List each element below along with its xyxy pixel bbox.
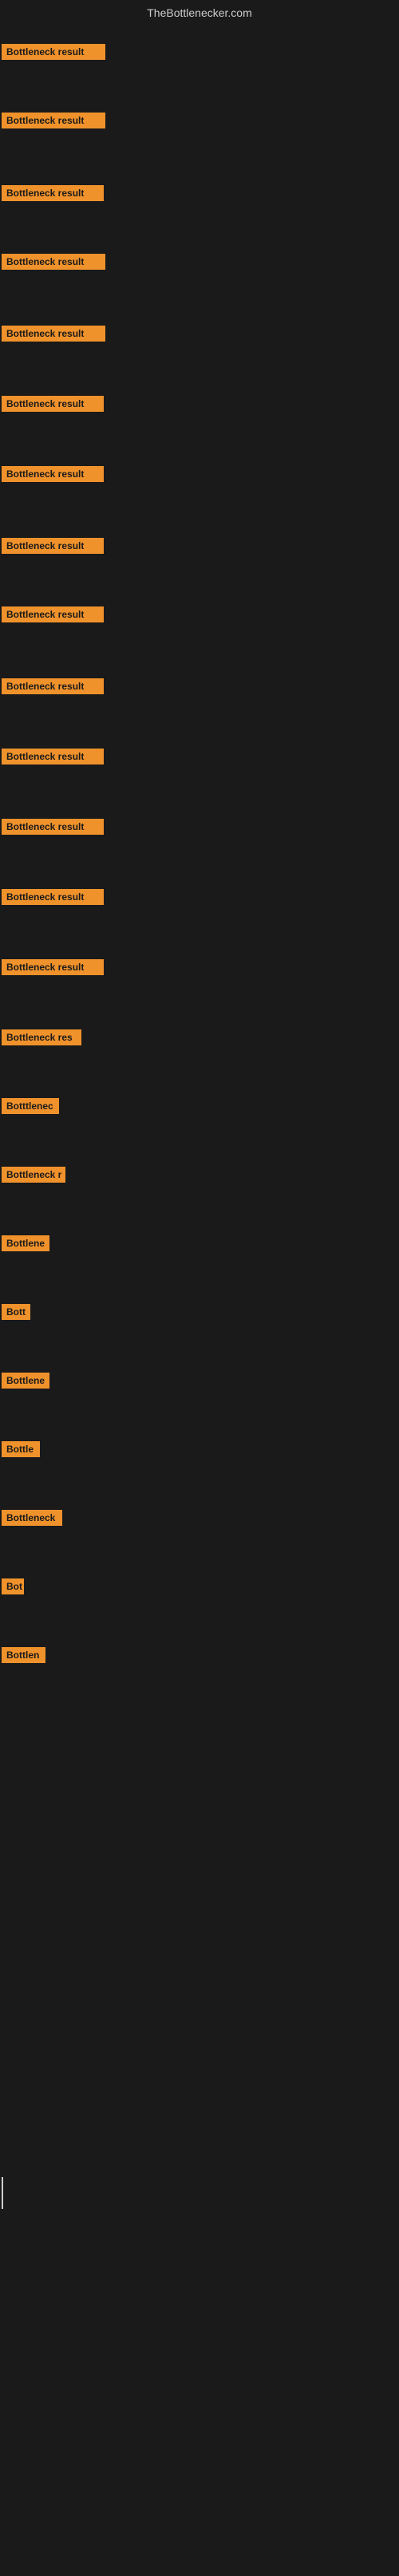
bottleneck-bar-5[interactable]: Bottleneck result (2, 326, 105, 342)
bar-row-10: Bottleneck result (2, 678, 104, 698)
bottleneck-bar-23[interactable]: Bot (2, 1578, 24, 1594)
bar-row-1: Bottleneck result (2, 44, 105, 64)
bottleneck-bar-1[interactable]: Bottleneck result (2, 44, 105, 60)
bar-row-19: Bott (2, 1304, 30, 1324)
bar-row-21: Bottle (2, 1441, 40, 1461)
bar-row-11: Bottleneck result (2, 749, 104, 768)
bottleneck-bar-15[interactable]: Bottleneck res (2, 1029, 81, 1045)
bottleneck-bar-9[interactable]: Bottleneck result (2, 606, 104, 622)
bottleneck-bar-11[interactable]: Bottleneck result (2, 749, 104, 765)
site-title: TheBottlenecker.com (0, 0, 399, 22)
bottleneck-bar-10[interactable]: Bottleneck result (2, 678, 104, 694)
bottleneck-bar-2[interactable]: Bottleneck result (2, 113, 105, 128)
bar-row-17: Bottleneck r (2, 1167, 65, 1187)
bar-row-20: Bottlene (2, 1373, 49, 1393)
bottleneck-bar-3[interactable]: Bottleneck result (2, 185, 104, 201)
bar-row-3: Bottleneck result (2, 185, 104, 205)
bar-row-18: Bottlene (2, 1235, 49, 1255)
bottleneck-bar-18[interactable]: Bottlene (2, 1235, 49, 1251)
bottleneck-bar-24[interactable]: Bottlen (2, 1647, 45, 1663)
bar-row-24: Bottlen (2, 1647, 45, 1667)
bottleneck-bar-19[interactable]: Bott (2, 1304, 30, 1320)
bar-row-2: Bottleneck result (2, 113, 105, 132)
bottleneck-bar-13[interactable]: Bottleneck result (2, 889, 104, 905)
bar-row-15: Bottleneck res (2, 1029, 81, 1049)
bar-row-6: Bottleneck result (2, 396, 104, 416)
bottleneck-bar-8[interactable]: Bottleneck result (2, 538, 104, 554)
bar-row-9: Bottleneck result (2, 606, 104, 626)
bottleneck-bar-4[interactable]: Bottleneck result (2, 254, 105, 270)
bottleneck-bar-14[interactable]: Bottleneck result (2, 959, 104, 975)
bar-row-12: Bottleneck result (2, 819, 104, 839)
bar-row-8: Bottleneck result (2, 538, 104, 558)
bottleneck-bar-20[interactable]: Bottlene (2, 1373, 49, 1389)
bar-row-7: Bottleneck result (2, 466, 104, 486)
bar-row-22: Bottleneck (2, 1510, 62, 1530)
bottleneck-bar-17[interactable]: Bottleneck r (2, 1167, 65, 1183)
bottleneck-bar-7[interactable]: Bottleneck result (2, 466, 104, 482)
bar-row-16: Botttlenec (2, 1098, 59, 1118)
bar-row-14: Bottleneck result (2, 959, 104, 979)
bottleneck-bar-6[interactable]: Bottleneck result (2, 396, 104, 412)
bottleneck-bar-16[interactable]: Botttlenec (2, 1098, 59, 1114)
bottleneck-bar-22[interactable]: Bottleneck (2, 1510, 62, 1526)
bar-row-13: Bottleneck result (2, 889, 104, 909)
bar-row-5: Bottleneck result (2, 326, 105, 346)
cursor-line (2, 2177, 3, 2209)
bar-row-4: Bottleneck result (2, 254, 105, 274)
bottleneck-bar-21[interactable]: Bottle (2, 1441, 40, 1457)
bar-row-23: Bot (2, 1578, 24, 1598)
bottleneck-bar-12[interactable]: Bottleneck result (2, 819, 104, 835)
